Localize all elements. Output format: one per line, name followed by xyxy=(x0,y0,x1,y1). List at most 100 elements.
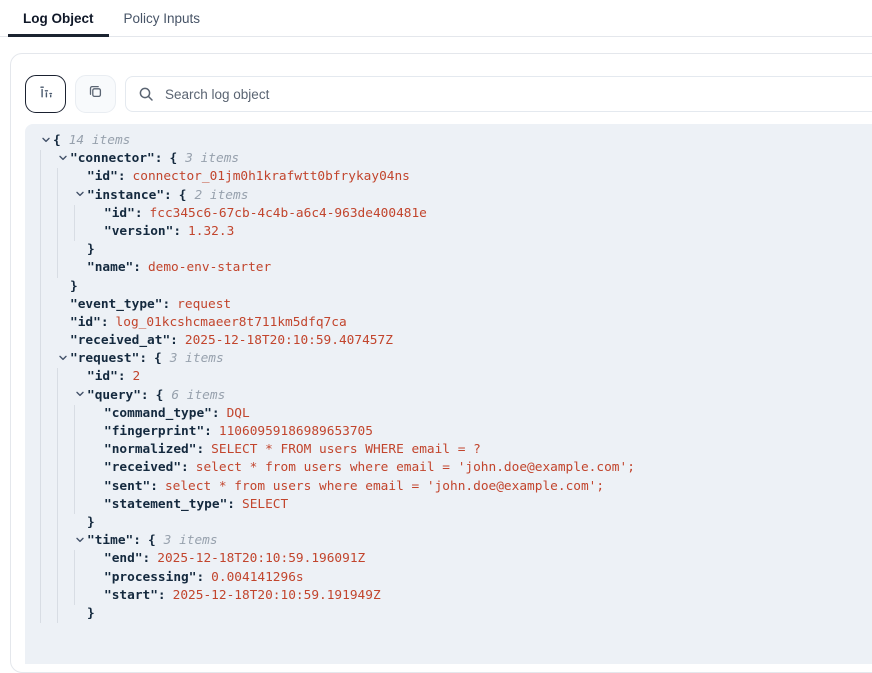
tab-bar: Log Object Policy Inputs xyxy=(0,0,872,37)
json-row: } xyxy=(41,278,872,296)
indent-guide xyxy=(40,259,41,277)
indent-guide xyxy=(57,423,58,441)
search-input[interactable] xyxy=(163,86,872,103)
json-row: "id":2 xyxy=(41,368,872,386)
indent-guide xyxy=(57,241,58,259)
json-row: "event_type":request xyxy=(41,296,872,314)
copy-button[interactable] xyxy=(75,75,116,113)
json-key: "id": xyxy=(87,169,126,184)
json-value: log_01kcshcmaeer8t711km5dfq7ca xyxy=(116,315,347,330)
json-row: "normalized":SELECT * FROM users WHERE e… xyxy=(41,441,872,459)
caret-down-icon[interactable] xyxy=(41,132,53,150)
json-key: "command_type": xyxy=(104,406,220,421)
json-close-brace: } xyxy=(87,606,95,621)
indent-guide xyxy=(40,441,41,459)
json-row: {14 items xyxy=(41,132,872,150)
indent-guide xyxy=(40,605,41,623)
json-row: } xyxy=(41,605,872,623)
json-value: 2025-12-18T20:10:59.191949Z xyxy=(173,588,381,603)
caret-down-icon[interactable] xyxy=(58,350,70,368)
indent-guide xyxy=(40,314,41,332)
json-row: "id":fcc345c6-67cb-4c4b-a6c4-963de400481… xyxy=(41,205,872,223)
json-open-brace: { xyxy=(169,151,177,166)
json-row: "fingerprint":11060959186989653705 xyxy=(41,423,872,441)
indent-guide xyxy=(40,423,41,441)
json-value: demo-env-starter xyxy=(148,260,271,275)
caret-down-icon[interactable] xyxy=(75,532,87,550)
caret-down-icon[interactable] xyxy=(58,150,70,168)
json-row: "statement_type":SELECT xyxy=(41,496,872,514)
json-item-count: 2 items xyxy=(194,188,248,203)
json-value: 2025-12-18T20:10:59.196091Z xyxy=(157,551,365,566)
indent-guide xyxy=(74,550,75,568)
json-key: "query": xyxy=(87,388,149,403)
json-open-brace: { xyxy=(179,188,187,203)
indent-guide xyxy=(40,478,41,496)
indent-guide xyxy=(40,241,41,259)
json-key: "start": xyxy=(104,588,166,603)
indent-guide xyxy=(57,532,58,550)
indent-guide xyxy=(40,368,41,386)
json-row: "processing": 0.004141296s xyxy=(41,569,872,587)
indent-guide xyxy=(40,332,41,350)
indent-guide xyxy=(40,496,41,514)
json-open-brace: { xyxy=(154,351,162,366)
json-item-count: 14 items xyxy=(69,133,131,148)
indent-guide xyxy=(57,387,58,405)
json-row: "id":log_01kcshcmaeer8t711km5dfq7ca xyxy=(41,314,872,332)
indent-guide xyxy=(40,278,41,296)
tree-view-icon xyxy=(38,84,54,105)
json-row: "id":connector_01jm0h1krafwtt0bfrykay04n… xyxy=(41,168,872,186)
json-key: "id": xyxy=(87,369,126,384)
indent-guide xyxy=(57,187,58,205)
json-open-brace: { xyxy=(148,533,156,548)
json-key: "received": xyxy=(104,460,189,475)
json-value: fcc345c6-67cb-4c4b-a6c4-963de400481e xyxy=(150,206,427,221)
indent-guide xyxy=(57,259,58,277)
json-key: "connector": xyxy=(70,151,162,166)
indent-guide xyxy=(74,569,75,587)
indent-guide xyxy=(57,587,58,605)
json-key: "processing": xyxy=(104,570,204,585)
json-row: } xyxy=(41,241,872,259)
json-key: "normalized": xyxy=(104,442,204,457)
indent-guide xyxy=(57,441,58,459)
caret-down-icon[interactable] xyxy=(75,387,87,405)
json-value: 0.004141296s xyxy=(211,570,303,585)
json-key: "name": xyxy=(87,260,141,275)
json-value: 2025-12-18T20:10:59.407457Z xyxy=(185,333,393,348)
toolbar xyxy=(25,75,872,113)
json-key: "instance": xyxy=(87,188,172,203)
indent-guide xyxy=(40,350,41,368)
indent-guide xyxy=(74,459,75,477)
indent-guide xyxy=(40,187,41,205)
json-value: select * from users where email = 'john.… xyxy=(165,479,604,494)
json-row: "request":{3 items xyxy=(41,350,872,368)
indent-guide xyxy=(40,587,41,605)
json-value: DQL xyxy=(227,406,250,421)
json-row: "sent":select * from users where email =… xyxy=(41,478,872,496)
json-close-brace: } xyxy=(87,242,95,257)
tab-policy-inputs[interactable]: Policy Inputs xyxy=(109,0,216,37)
json-item-count: 3 items xyxy=(164,533,218,548)
json-close-brace: } xyxy=(70,279,78,294)
caret-down-icon[interactable] xyxy=(75,187,87,205)
indent-guide xyxy=(57,459,58,477)
json-item-count: 3 items xyxy=(170,351,224,366)
json-key: "end": xyxy=(104,551,150,566)
json-row: "command_type": DQL xyxy=(41,405,872,423)
indent-guide xyxy=(57,605,58,623)
json-value: select * from users where email = 'john.… xyxy=(196,460,635,475)
indent-guide xyxy=(57,168,58,186)
log-object-panel: {14 items"connector":{3 items"id":connec… xyxy=(10,53,872,673)
indent-guide xyxy=(57,550,58,568)
tree-view-button[interactable] xyxy=(25,75,66,113)
json-key: "statement_type": xyxy=(104,497,235,512)
json-value: 1.32.3 xyxy=(188,224,234,239)
indent-guide xyxy=(40,205,41,223)
json-item-count: 6 items xyxy=(171,388,225,403)
indent-guide xyxy=(57,496,58,514)
tab-log-object[interactable]: Log Object xyxy=(8,0,109,37)
json-key: "fingerprint": xyxy=(104,424,212,439)
indent-guide xyxy=(74,205,75,223)
